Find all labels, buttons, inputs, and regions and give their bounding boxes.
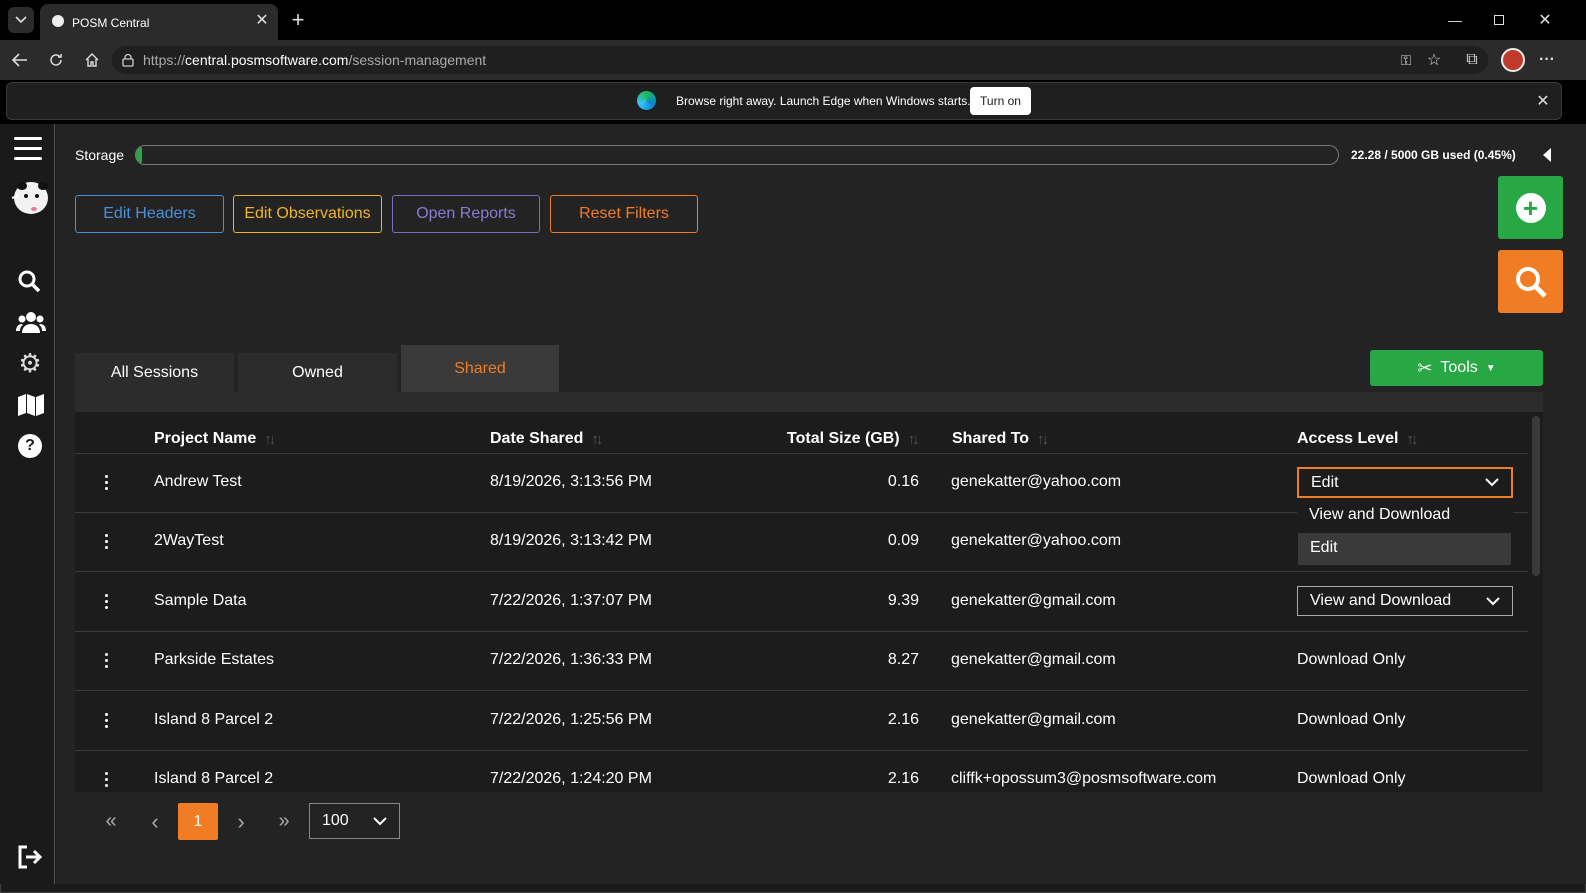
sort-icon: ↑↓: [1406, 430, 1418, 448]
minimize-button[interactable]: —: [1440, 8, 1470, 32]
search-button[interactable]: [1498, 250, 1563, 313]
users-nav-icon[interactable]: [16, 309, 46, 335]
tab-title: POSM Central: [72, 16, 150, 30]
profile-avatar[interactable]: [1501, 48, 1525, 72]
url-text: https://central.posmsoftware.com/session…: [143, 52, 486, 68]
search-nav-icon[interactable]: [16, 268, 42, 294]
next-page-button[interactable]: ›: [225, 803, 257, 840]
chevron-down-icon: [1486, 596, 1500, 605]
search-icon: [1515, 266, 1547, 298]
storage-progress-fill: [136, 146, 142, 164]
col-access-level[interactable]: Access Level ↑↓: [1297, 430, 1418, 448]
edit-observations-button[interactable]: Edit Observations: [233, 195, 382, 233]
close-window-button[interactable]: ✕: [1530, 8, 1560, 32]
tools-label: Tools: [1440, 359, 1478, 376]
tab-all-sessions[interactable]: All Sessions: [75, 353, 234, 392]
col-shared-to[interactable]: Shared To ↑↓: [952, 430, 1049, 448]
first-page-button[interactable]: «: [95, 803, 127, 840]
more-menu-icon[interactable]: ···: [1535, 48, 1559, 72]
col-project-name-label: Project Name: [154, 430, 257, 447]
refresh-button[interactable]: [44, 48, 68, 72]
col-date-shared-label: Date Shared: [490, 430, 584, 447]
sort-icon: ↑↓: [1037, 430, 1049, 448]
tab-list-button[interactable]: [8, 7, 34, 33]
page-size-value: 100: [322, 812, 349, 829]
tab-shared[interactable]: Shared: [401, 345, 559, 392]
access-select-value: View and Download: [1310, 592, 1452, 609]
close-notification-icon[interactable]: ✕: [1532, 90, 1554, 112]
turn-on-button[interactable]: Turn on: [970, 87, 1031, 115]
chevron-down-icon: [373, 816, 387, 825]
url-prefix: https://: [143, 52, 186, 68]
edge-logo-icon: [637, 91, 656, 110]
last-page-button[interactable]: »: [268, 803, 300, 840]
extensions-icon[interactable]: ⧉: [1460, 48, 1484, 72]
access-level-select-row3[interactable]: View and Download: [1297, 586, 1513, 616]
address-bar[interactable]: https://central.posmsoftware.com/session…: [112, 46, 1488, 74]
chevron-down-icon: [1485, 478, 1499, 487]
storage-progress-bar: [135, 145, 1339, 165]
sort-icon: ↑↓: [907, 430, 920, 448]
add-session-button[interactable]: +: [1498, 176, 1563, 239]
col-date-shared[interactable]: Date Shared ↑↓: [490, 430, 603, 448]
settings-gear-icon[interactable]: ⚙: [17, 348, 43, 378]
url-host: central.posmsoftware.com: [185, 52, 349, 68]
home-button[interactable]: [80, 48, 104, 72]
open-reports-button[interactable]: Open Reports: [392, 195, 540, 233]
sidebar: ⚙ ?: [0, 124, 55, 884]
access-select-value: Edit: [1311, 473, 1339, 491]
reset-filters-button[interactable]: Reset Filters: [550, 195, 698, 233]
close-tab-icon[interactable]: ✕: [252, 10, 272, 30]
col-total-size-label: Total Size (GB): [787, 430, 900, 447]
browser-tab[interactable]: POSM Central ✕: [40, 4, 278, 40]
col-total-size[interactable]: Total Size (GB) ↑↓: [787, 430, 920, 448]
chevron-down-icon: [15, 16, 27, 24]
arrow-left-icon: [12, 53, 27, 67]
maximize-icon: [1494, 15, 1504, 25]
tab-owned[interactable]: Owned: [238, 353, 397, 392]
col-access-level-label: Access Level: [1297, 430, 1399, 447]
tools-icon: ✂: [1417, 357, 1433, 378]
map-nav-icon[interactable]: [17, 392, 45, 418]
logout-icon[interactable]: [16, 844, 44, 870]
dropdown-option[interactable]: View and Download: [1297, 500, 1513, 532]
new-tab-button[interactable]: +: [286, 7, 310, 32]
help-icon[interactable]: ?: [18, 434, 42, 458]
page-size-select[interactable]: 100: [309, 803, 400, 839]
access-level-dropdown: View and Download Edit: [1297, 498, 1513, 568]
storage-label: Storage: [75, 147, 125, 163]
sort-icon: ↑↓: [264, 430, 276, 448]
refresh-icon: [50, 54, 62, 66]
url-path: /session-management: [348, 52, 487, 68]
storage-usage-text: 22.28 / 5000 GB used (0.45%): [1351, 148, 1516, 162]
maximize-button[interactable]: [1484, 8, 1514, 32]
back-button[interactable]: [8, 48, 32, 72]
edit-headers-button[interactable]: Edit Headers: [75, 195, 224, 233]
collapse-caret-icon[interactable]: [1543, 148, 1551, 162]
notification-text: Browse right away. Launch Edge when Wind…: [676, 94, 971, 108]
favorite-star-icon[interactable]: ☆: [1424, 50, 1444, 70]
plus-circle-icon: +: [1515, 192, 1546, 223]
col-project-name[interactable]: Project Name ↑↓: [154, 430, 276, 448]
key-icon[interactable]: ⚿: [1396, 50, 1416, 70]
access-level-select-row1[interactable]: Edit: [1297, 467, 1513, 498]
hamburger-menu-icon[interactable]: [14, 137, 42, 161]
possum-logo-icon[interactable]: [8, 180, 50, 218]
scrollbar-thumb[interactable]: [1532, 416, 1540, 576]
col-shared-to-label: Shared To: [952, 430, 1030, 447]
prev-page-button[interactable]: ‹: [139, 803, 171, 840]
dropdown-option-selected[interactable]: Edit: [1298, 533, 1511, 565]
posm-favicon-icon: [52, 15, 64, 27]
caret-down-icon: ▼: [1485, 362, 1496, 374]
table-toolbar-strip: [75, 392, 1543, 412]
table-scrollbar[interactable]: [1530, 412, 1542, 792]
home-icon: [85, 53, 99, 67]
sort-icon: ↑↓: [591, 430, 603, 448]
current-page-button[interactable]: 1: [178, 803, 218, 840]
tools-dropdown-button[interactable]: ✂ Tools ▼: [1370, 350, 1543, 386]
lock-icon: [122, 54, 134, 67]
